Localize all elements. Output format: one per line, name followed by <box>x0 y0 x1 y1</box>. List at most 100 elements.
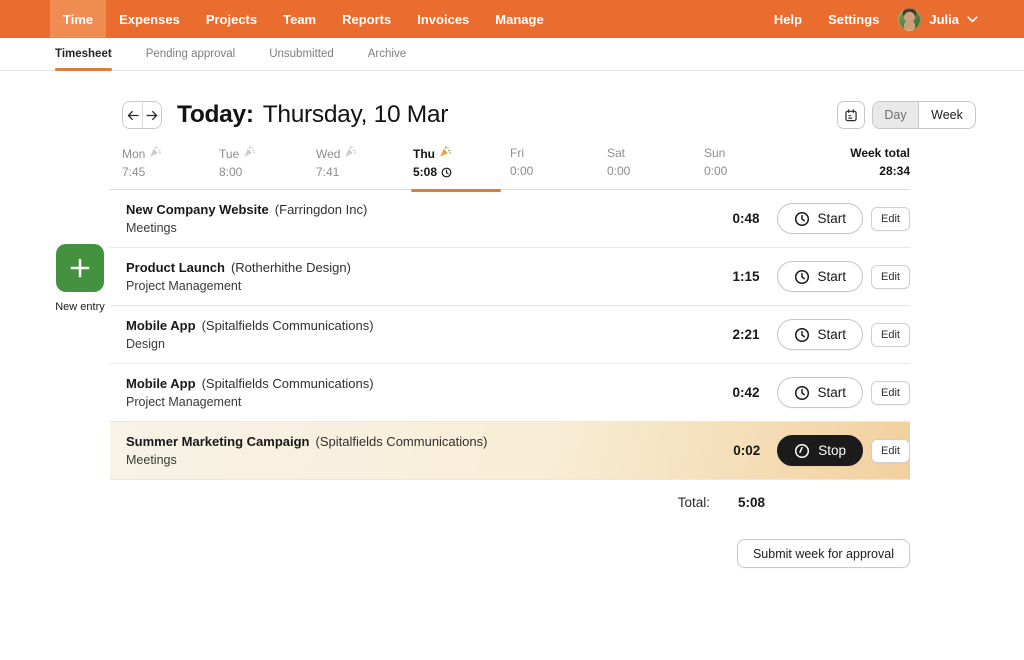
edit-entry-button[interactable]: Edit <box>871 380 910 405</box>
total-label: Total: <box>677 495 710 510</box>
nav-item-team[interactable]: Team <box>270 0 329 38</box>
project-name: Mobile App <box>126 376 196 391</box>
day-tab-tue[interactable]: Tue 8:00 <box>219 146 316 179</box>
edit-entry-button[interactable]: Edit <box>871 264 910 289</box>
date-text: Thursday, 10 Mar <box>262 101 449 128</box>
project-name: New Company Website <box>126 202 269 217</box>
day-name: Thu <box>413 146 435 161</box>
nav-item-invoices[interactable]: Invoices <box>404 0 482 38</box>
timesheet-row: New Company Website (Farringdon Inc) Meet… <box>110 190 910 248</box>
edit-entry-button[interactable]: Edit <box>871 438 910 463</box>
day-name: Wed <box>316 146 341 161</box>
top-bar: Time Expenses Projects Team Reports Invo… <box>0 0 1024 38</box>
day-tab-mon[interactable]: Mon 7:45 <box>122 146 219 179</box>
week-total: Week total 28:34 <box>850 146 910 178</box>
stop-timer-button[interactable]: Stop <box>777 435 864 466</box>
day-total: 8:00 <box>219 165 243 179</box>
client-name: (Rotherhithe Design) <box>230 260 351 275</box>
task-name: Meetings <box>126 221 177 235</box>
new-entry-rail: New entry <box>52 244 108 313</box>
timesheet-row-running: Summer Marketing Campaign (Spitalfields C… <box>110 422 910 480</box>
tab-pending-approval[interactable]: Pending approval <box>146 38 236 70</box>
avatar <box>898 7 922 31</box>
calendar-icon <box>845 108 857 121</box>
entry-time: 1:15 <box>732 269 760 284</box>
clock-icon <box>795 443 810 458</box>
edit-entry-button[interactable]: Edit <box>871 206 910 231</box>
view-controls: Day Week <box>837 101 976 129</box>
next-day-button[interactable] <box>142 102 161 128</box>
party-popper-icon <box>439 146 451 161</box>
submit-week-button[interactable]: Submit week for approval <box>736 539 910 568</box>
day-total: 7:45 <box>122 165 146 179</box>
view-week-button[interactable]: Week <box>919 102 975 128</box>
project-name: Summer Marketing Campaign <box>126 434 310 449</box>
view-day-button[interactable]: Day <box>873 102 919 128</box>
day-name: Mon <box>122 146 146 161</box>
day-tab-thu-active[interactable]: Thu 5:08 <box>411 146 510 192</box>
calendar-picker-button[interactable] <box>837 101 865 129</box>
timesheet: Mon 7:45 Tue 8:00 Wed 7:41 Thu 5:08 Fri … <box>110 132 910 568</box>
main-content: Today: Thursday, 10 Mar Day Week New entr… <box>0 98 1024 568</box>
task-name: Design <box>126 337 165 351</box>
start-timer-button[interactable]: Start <box>776 203 864 234</box>
date-pager <box>122 101 162 129</box>
start-timer-button[interactable]: Start <box>776 319 864 350</box>
start-timer-button[interactable]: Start <box>776 261 864 292</box>
plus-icon <box>70 258 90 278</box>
clock-icon <box>794 269 809 284</box>
task-name: Project Management <box>126 395 242 409</box>
party-popper-icon <box>149 146 162 161</box>
week-total-value: 28:34 <box>879 164 910 178</box>
running-clock-icon <box>441 167 452 178</box>
day-name: Sun <box>704 146 726 160</box>
day-total: 5:08 <box>413 165 438 179</box>
client-name: (Farringdon Inc) <box>274 202 368 217</box>
previous-day-button[interactable] <box>123 102 142 128</box>
page-title: Today: Thursday, 10 Mar <box>177 101 448 129</box>
task-name: Meetings <box>126 453 177 467</box>
tab-unsubmitted[interactable]: Unsubmitted <box>269 38 334 70</box>
new-entry-label: New entry <box>55 301 105 313</box>
day-tab-sun[interactable]: Sun 0:00 <box>704 146 801 178</box>
nav-item-manage[interactable]: Manage <box>482 0 556 38</box>
new-entry-button[interactable] <box>56 244 104 292</box>
nav-item-expenses[interactable]: Expenses <box>106 0 193 38</box>
edit-entry-button[interactable]: Edit <box>871 322 910 347</box>
main-nav: Time Expenses Projects Team Reports Invo… <box>50 0 557 38</box>
nav-item-reports[interactable]: Reports <box>329 0 404 38</box>
help-link[interactable]: Help <box>761 0 815 38</box>
project-name: Mobile App <box>126 318 196 333</box>
arrow-left-icon <box>127 110 139 120</box>
tab-timesheet[interactable]: Timesheet <box>55 38 112 71</box>
day-tab-wed[interactable]: Wed 7:41 <box>316 146 413 179</box>
day-tab-fri[interactable]: Fri 0:00 <box>510 146 607 178</box>
day-total: 0:00 <box>607 164 631 178</box>
clock-icon <box>794 385 809 400</box>
party-popper-icon <box>243 146 255 161</box>
day-name: Fri <box>510 146 524 160</box>
day-name: Sat <box>607 146 626 160</box>
day-name: Tue <box>219 146 240 161</box>
tab-archive[interactable]: Archive <box>368 38 406 70</box>
entry-time: 2:21 <box>732 327 760 342</box>
day-total: 0:00 <box>704 164 728 178</box>
day-tab-sat[interactable]: Sat 0:00 <box>607 146 704 178</box>
today-label: Today: <box>177 101 254 128</box>
chevron-down-icon <box>967 15 978 23</box>
user-menu[interactable]: Julia <box>892 0 978 38</box>
day-total-row: Total: 5:08 <box>110 480 910 525</box>
start-timer-button[interactable]: Start <box>776 377 864 408</box>
client-name: (Spitalfields Communications) <box>201 318 374 333</box>
nav-item-time[interactable]: Time <box>50 0 107 38</box>
nav-item-projects[interactable]: Projects <box>193 0 270 38</box>
week-total-label: Week total <box>850 146 910 160</box>
task-name: Project Management <box>126 279 242 293</box>
timesheet-sub-nav: Timesheet Pending approval Unsubmitted A… <box>0 38 1024 71</box>
total-value: 5:08 <box>737 495 765 510</box>
entry-time: 0:02 <box>733 443 761 458</box>
day-total: 0:00 <box>510 164 534 178</box>
client-name: (Spitalfields Communications) <box>315 434 488 449</box>
day-week-toggle: Day Week <box>872 101 976 129</box>
settings-link[interactable]: Settings <box>815 0 892 38</box>
